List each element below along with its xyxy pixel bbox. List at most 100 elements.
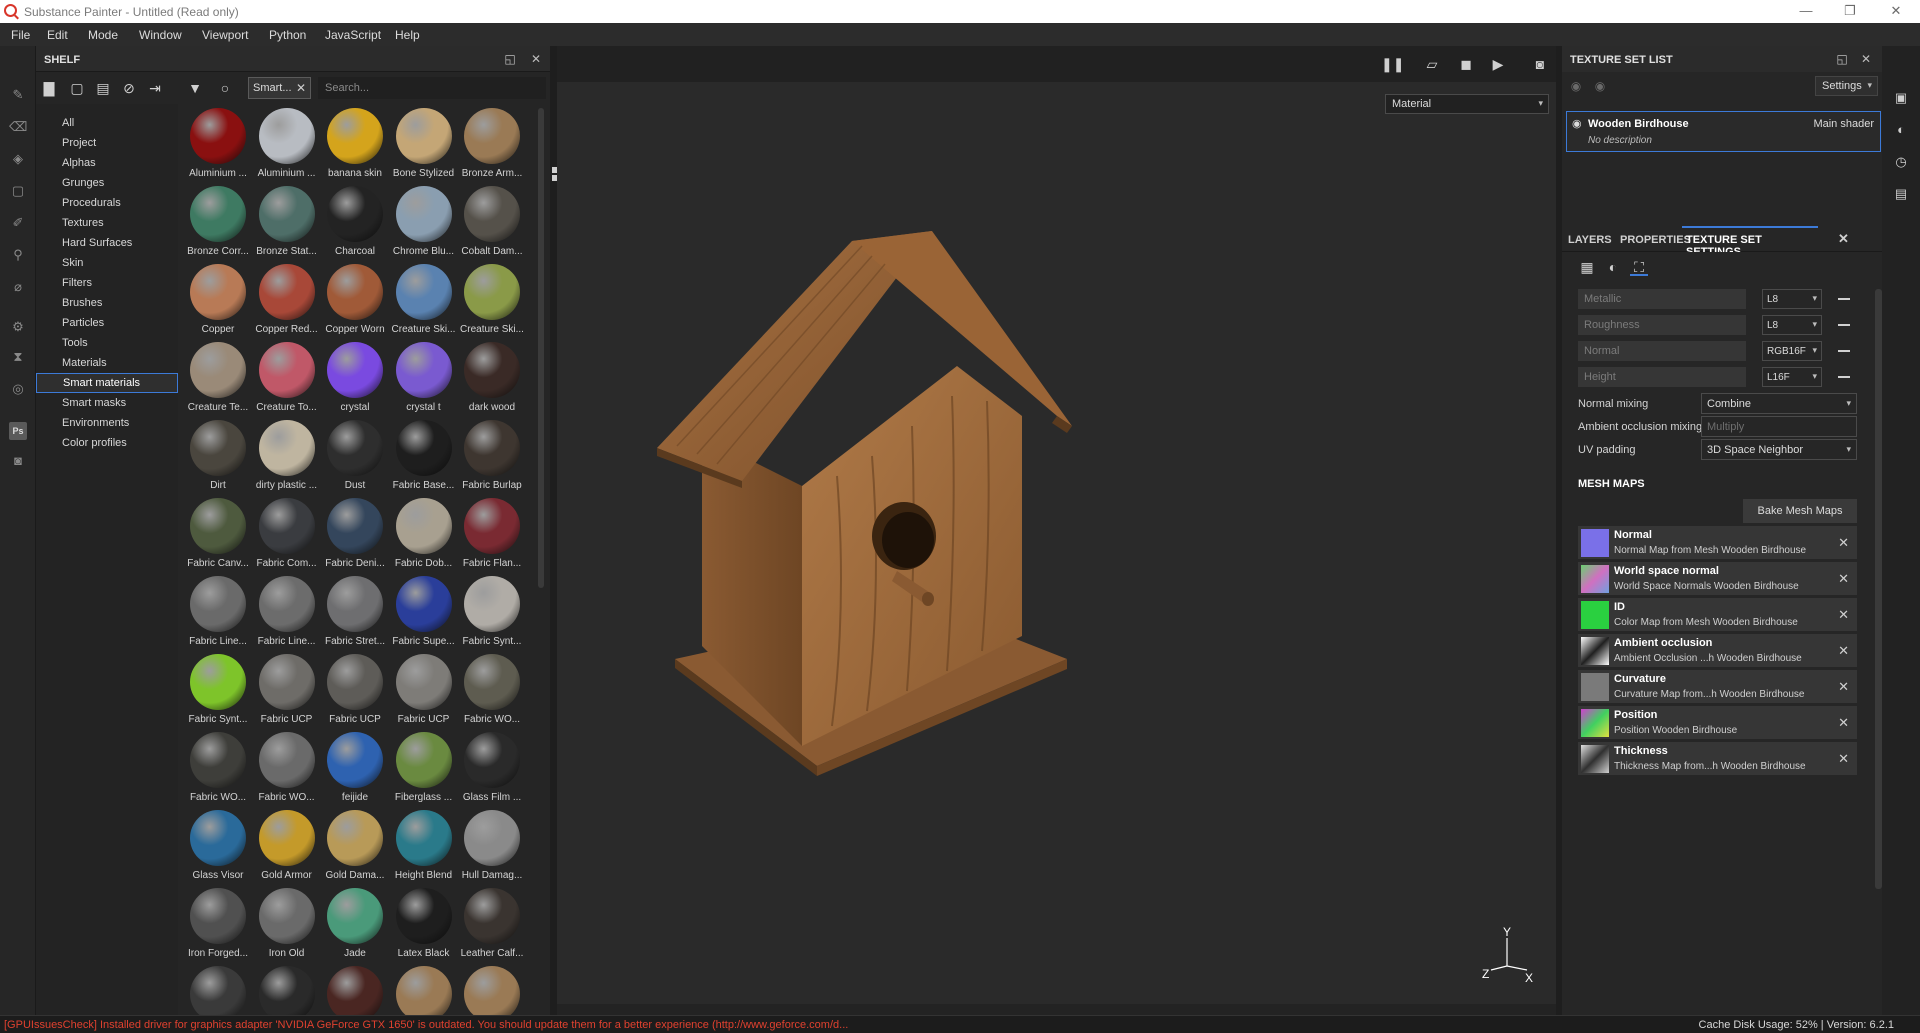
category-item[interactable]: Alphas — [36, 154, 178, 172]
material-thumbnail[interactable]: Aluminium ... — [253, 108, 321, 186]
material-thumbnail[interactable]: dirty plastic ... — [253, 420, 321, 498]
database-icon[interactable]: ▤ — [94, 79, 112, 97]
mesh-map-item[interactable]: Ambient occlusion Ambient Occlusion ...h… — [1578, 634, 1857, 667]
viewport-mode-select[interactable]: Material ▾ — [1385, 94, 1549, 114]
uv-padding-select[interactable]: 3D Space Neighbor ▾ — [1701, 439, 1857, 460]
category-item[interactable]: Environments — [36, 414, 178, 432]
menu-mode[interactable]: Mode — [88, 28, 118, 42]
shelf-scrollbar[interactable] — [538, 108, 544, 588]
remove-channel-icon[interactable] — [1838, 324, 1850, 326]
menu-file[interactable]: File — [11, 28, 30, 42]
material-thumbnail[interactable]: Fabric Supe... — [390, 576, 458, 654]
remove-channel-icon[interactable] — [1838, 376, 1850, 378]
menu-window[interactable]: Window — [139, 28, 182, 42]
plugin-icon[interactable]: ◎ — [9, 380, 27, 398]
material-thumbnail[interactable]: Creature To... — [253, 342, 321, 420]
category-item[interactable]: Filters — [36, 274, 178, 292]
material-thumbnail[interactable]: Fabric Stret... — [321, 576, 389, 654]
material-thumbnail[interactable]: Jade — [321, 888, 389, 966]
channel-format-select[interactable]: RGB16F ▾ — [1762, 341, 1822, 361]
clear-map-icon[interactable]: ✕ — [1838, 643, 1849, 659]
material-thumbnail[interactable]: Bone Stylized — [390, 108, 458, 186]
filter-chip[interactable]: Smart... ✕ — [248, 77, 311, 99]
category-item[interactable]: Textures — [36, 214, 178, 232]
category-item[interactable]: Procedurals — [36, 194, 178, 212]
category-item[interactable]: Hard Surfaces — [36, 234, 178, 252]
category-item[interactable]: Grunges — [36, 174, 178, 192]
history-icon[interactable]: ◷ — [1893, 154, 1909, 170]
viewport[interactable]: ❚❚ ▱ ◼ ▶ ◙ Material ▾ Y Z X — [557, 46, 1556, 1015]
folder-icon[interactable]: ▇ — [40, 79, 58, 97]
material-thumbnail[interactable]: Chrome Blu... — [390, 186, 458, 264]
material-thumbnail[interactable]: Fabric Dob... — [390, 498, 458, 576]
material-thumbnail[interactable]: Height Blend — [390, 810, 458, 888]
search-input[interactable] — [318, 77, 546, 99]
clone-stamp-icon[interactable]: ⚲ — [9, 246, 27, 264]
restore-icon[interactable]: ❐ — [1838, 2, 1862, 20]
gpu-warning-message[interactable]: [GPUIssuesCheck] Installed driver for gr… — [4, 1019, 848, 1031]
cube-icon[interactable]: ◼ — [1457, 56, 1475, 72]
close-panel-icon[interactable]: ✕ — [1858, 51, 1874, 67]
material-thumbnail[interactable]: Fabric Base... — [390, 420, 458, 498]
material-thumbnail[interactable]: Iron Old — [253, 888, 321, 966]
material-thumbnail[interactable]: Aluminium ... — [184, 108, 252, 186]
mesh-icon[interactable]: ⛶ — [1630, 258, 1648, 276]
log-icon[interactable]: ▤ — [1893, 186, 1909, 202]
material-thumbnail[interactable]: Fabric Com... — [253, 498, 321, 576]
material-thumbnail[interactable]: crystal t — [390, 342, 458, 420]
view-2d3d-icon[interactable]: ▱ — [1423, 56, 1441, 72]
close-window-icon[interactable]: ✕ — [1884, 2, 1908, 20]
material-thumbnail[interactable] — [253, 966, 321, 1015]
menu-help[interactable]: Help — [395, 28, 420, 42]
float-panel-icon[interactable]: ◱ — [1834, 51, 1850, 67]
material-thumbnail[interactable]: banana skin — [321, 108, 389, 186]
material-thumbnail[interactable]: Fiberglass ... — [390, 732, 458, 810]
menu-viewport[interactable]: Viewport — [202, 28, 248, 42]
paint-brush-icon[interactable]: ✎ — [9, 86, 27, 104]
material-thumbnail[interactable] — [321, 966, 389, 1015]
material-thumbnail[interactable]: Fabric WO... — [184, 732, 252, 810]
category-item[interactable]: Tools — [36, 334, 178, 352]
channel-format-select[interactable]: L16F ▾ — [1762, 367, 1822, 387]
material-thumbnail[interactable]: Dirt — [184, 420, 252, 498]
shader-settings-icon[interactable]: ◐ — [1893, 122, 1909, 138]
material-thumbnail[interactable]: Creature Ski... — [458, 264, 526, 342]
material-thumbnail[interactable]: Cobalt Dam... — [458, 186, 526, 264]
category-item[interactable]: Color profiles — [36, 434, 178, 452]
bake-mesh-maps-button[interactable]: Bake Mesh Maps — [1743, 499, 1857, 523]
screenshot-tool-icon[interactable]: ◙ — [9, 452, 27, 470]
texture-set-shader[interactable]: Main shader — [1813, 118, 1874, 130]
bake-tool-icon[interactable]: ⧗ — [9, 348, 27, 366]
filter-icon[interactable]: ▼ — [186, 79, 204, 97]
tab-properties[interactable]: PROPERTIES — [1620, 226, 1691, 252]
material-thumbnail[interactable]: Charcoal — [321, 186, 389, 264]
projection-icon[interactable]: ◈ — [9, 150, 27, 168]
eye-icon[interactable]: ◉ — [1572, 117, 1582, 130]
material-thumbnail[interactable]: Fabric UCP — [321, 654, 389, 732]
hide-icon[interactable]: ◉ — [1568, 78, 1584, 94]
material-thumbnail[interactable]: Fabric UCP — [390, 654, 458, 732]
menu-edit[interactable]: Edit — [47, 28, 68, 42]
clear-map-icon[interactable]: ✕ — [1838, 571, 1849, 587]
material-thumbnail[interactable]: Fabric UCP — [253, 654, 321, 732]
category-item[interactable]: Project — [36, 134, 178, 152]
material-thumbnail[interactable]: Bronze Stat... — [253, 186, 321, 264]
category-item[interactable]: Materials — [36, 354, 178, 372]
menu-javascript[interactable]: JavaScript — [325, 28, 381, 42]
material-thumbnail[interactable]: Fabric Deni... — [321, 498, 389, 576]
new-item-icon[interactable]: ▢ — [68, 79, 86, 97]
material-thumbnail[interactable]: Fabric WO... — [253, 732, 321, 810]
clear-map-icon[interactable]: ✕ — [1838, 535, 1849, 551]
float-panel-icon[interactable]: ◱ — [502, 51, 518, 67]
geometry-mask-icon[interactable]: ▢ — [9, 182, 27, 200]
category-item[interactable]: Smart masks — [36, 394, 178, 412]
close-panel-icon[interactable]: ✕ — [528, 51, 544, 67]
category-item[interactable]: Particles — [36, 314, 178, 332]
material-thumbnail[interactable]: Hull Damag... — [458, 810, 526, 888]
material-thumbnail[interactable]: Iron Forged... — [184, 888, 252, 966]
clear-map-icon[interactable]: ✕ — [1838, 715, 1849, 731]
material-thumbnail[interactable] — [184, 966, 252, 1015]
material-thumbnail[interactable]: Dust — [321, 420, 389, 498]
mesh-map-item[interactable]: Curvature Curvature Map from...h Wooden … — [1578, 670, 1857, 703]
material-thumbnail[interactable] — [390, 966, 458, 1015]
